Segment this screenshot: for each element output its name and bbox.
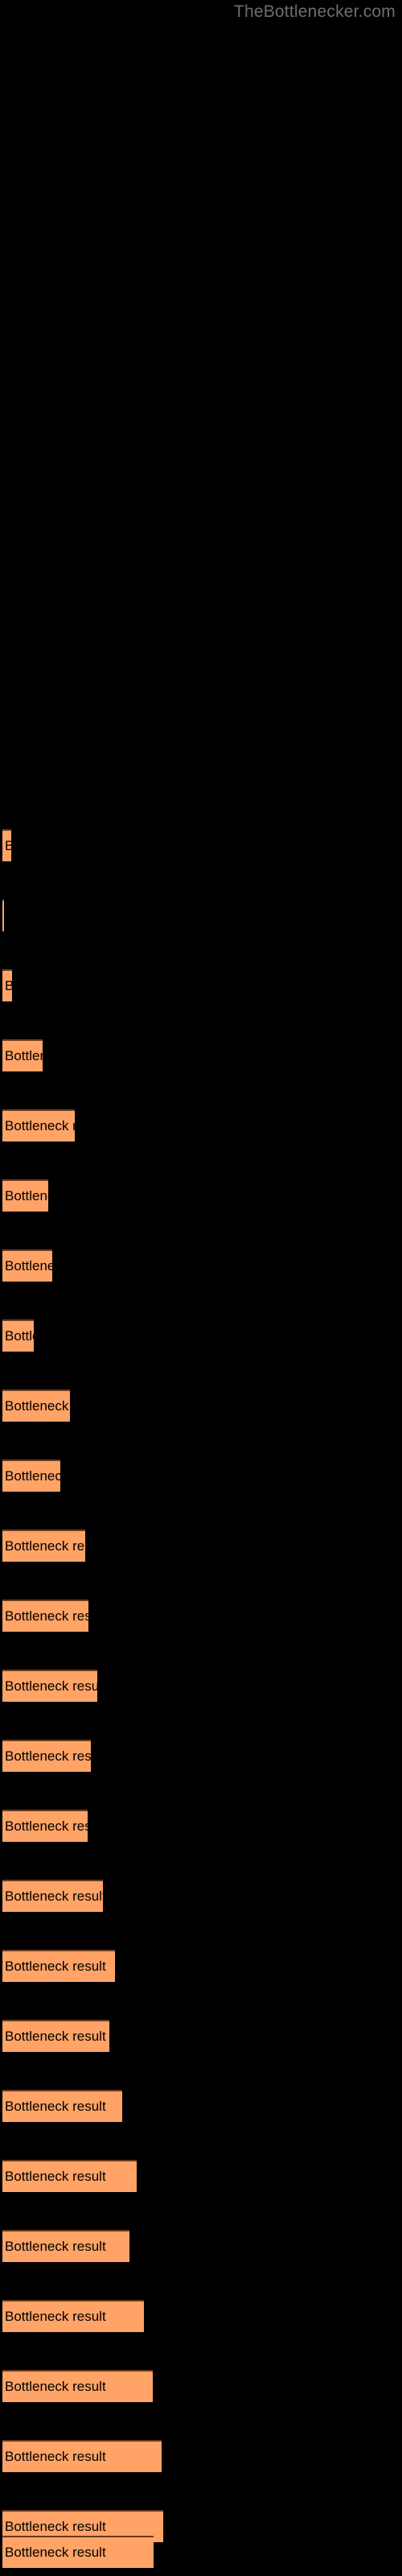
chart-bar: Bottleneck result (2, 2230, 129, 2262)
chart-bar: Bottleneck result (2, 1459, 60, 1492)
chart-bar-label: Bottleneck result (5, 979, 12, 993)
chart-bar: Bottleneck result (2, 1179, 48, 1212)
chart-bar-label: Bottleneck result (5, 2309, 106, 2324)
chart-bar: Bottleneck result (2, 2370, 153, 2402)
chart-bar-label: Bottleneck result (5, 1118, 75, 1133)
chart-bar-label: Bottleneck result (5, 2379, 106, 2394)
chart-bar-label: Bottleneck result (5, 1258, 52, 1274)
chart-bar: Bottleneck result (2, 1950, 115, 1982)
chart-bar: Bottleneck result (2, 1670, 97, 1702)
chart-bar-label: Bottleneck result (5, 1818, 88, 1834)
chart-bar-label: Bottleneck result (5, 2169, 106, 2184)
chart-bar: Bottleneck result (2, 1600, 88, 1632)
chart-bar-label: Bottleneck result (5, 2239, 106, 2254)
chart-bar-label: Bottleneck result (5, 839, 11, 853)
chart-bar-label: Bottleneck result (5, 2029, 106, 2044)
chart-bar-label: Bottleneck result (5, 1889, 103, 1904)
chart-bar-label: Bottleneck result (5, 1608, 88, 1624)
chart-bar-label: Bottleneck result (5, 2545, 106, 2560)
chart-bar: Bottleneck result (2, 1039, 43, 1071)
chart-bar-label: Bottleneck result (5, 1468, 60, 1484)
chart-bar: Bottleneck result (2, 1740, 91, 1772)
chart-bar: Bottleneck result (2, 1880, 103, 1912)
chart-bar: Bottleneck result (2, 2160, 137, 2192)
chart-bar: Bottleneck result (2, 2536, 154, 2568)
chart-bar-label: Bottleneck result (5, 1538, 85, 1554)
chart-bar: Bottleneck result (2, 1319, 34, 1352)
bar-chart-plot-area: Bottleneck result Bottleneck result Bottle… (0, 0, 402, 2576)
chart-bar: Bottleneck result (2, 1249, 52, 1282)
chart-bar: Bottleneck result (2, 2440, 162, 2472)
chart-bar-label: Bottleneck result (5, 1328, 34, 1344)
chart-bar-label: Bottleneck result (5, 2519, 106, 2534)
chart-bar: Bottleneck result (2, 969, 12, 1001)
chart-bar-label: Bottleneck result (5, 1188, 48, 1203)
chart-bar: Bottleneck result (2, 1530, 85, 1562)
chart-bar-label: Bottleneck result (5, 2099, 106, 2114)
chart-bar: Bottleneck result (2, 829, 11, 861)
chart-bar-label: Bottleneck result (5, 1678, 97, 1694)
chart-bar: Bottleneck result (2, 1109, 75, 1141)
chart-bar: Bottleneck result (2, 899, 4, 931)
chart-bar-label: Bottleneck result (5, 1048, 43, 1063)
chart-bar-label: Bottleneck result (5, 1748, 91, 1764)
chart-bar: Bottleneck result (2, 1810, 88, 1842)
chart-bar: Bottleneck result (2, 2020, 109, 2052)
chart-bar-label: Bottleneck result (5, 1959, 106, 1974)
bottleneck-chart-page: TheBottlenecker.com Bottleneck resultBot… (0, 0, 402, 2576)
chart-bar: Bottleneck result (2, 2090, 122, 2122)
chart-bar-label: Bottleneck result (5, 1398, 70, 1414)
chart-bar: Bottleneck result (2, 1389, 70, 1422)
chart-bar-label: Bottleneck result (5, 2449, 106, 2464)
chart-bar: Bottleneck result (2, 2300, 144, 2332)
